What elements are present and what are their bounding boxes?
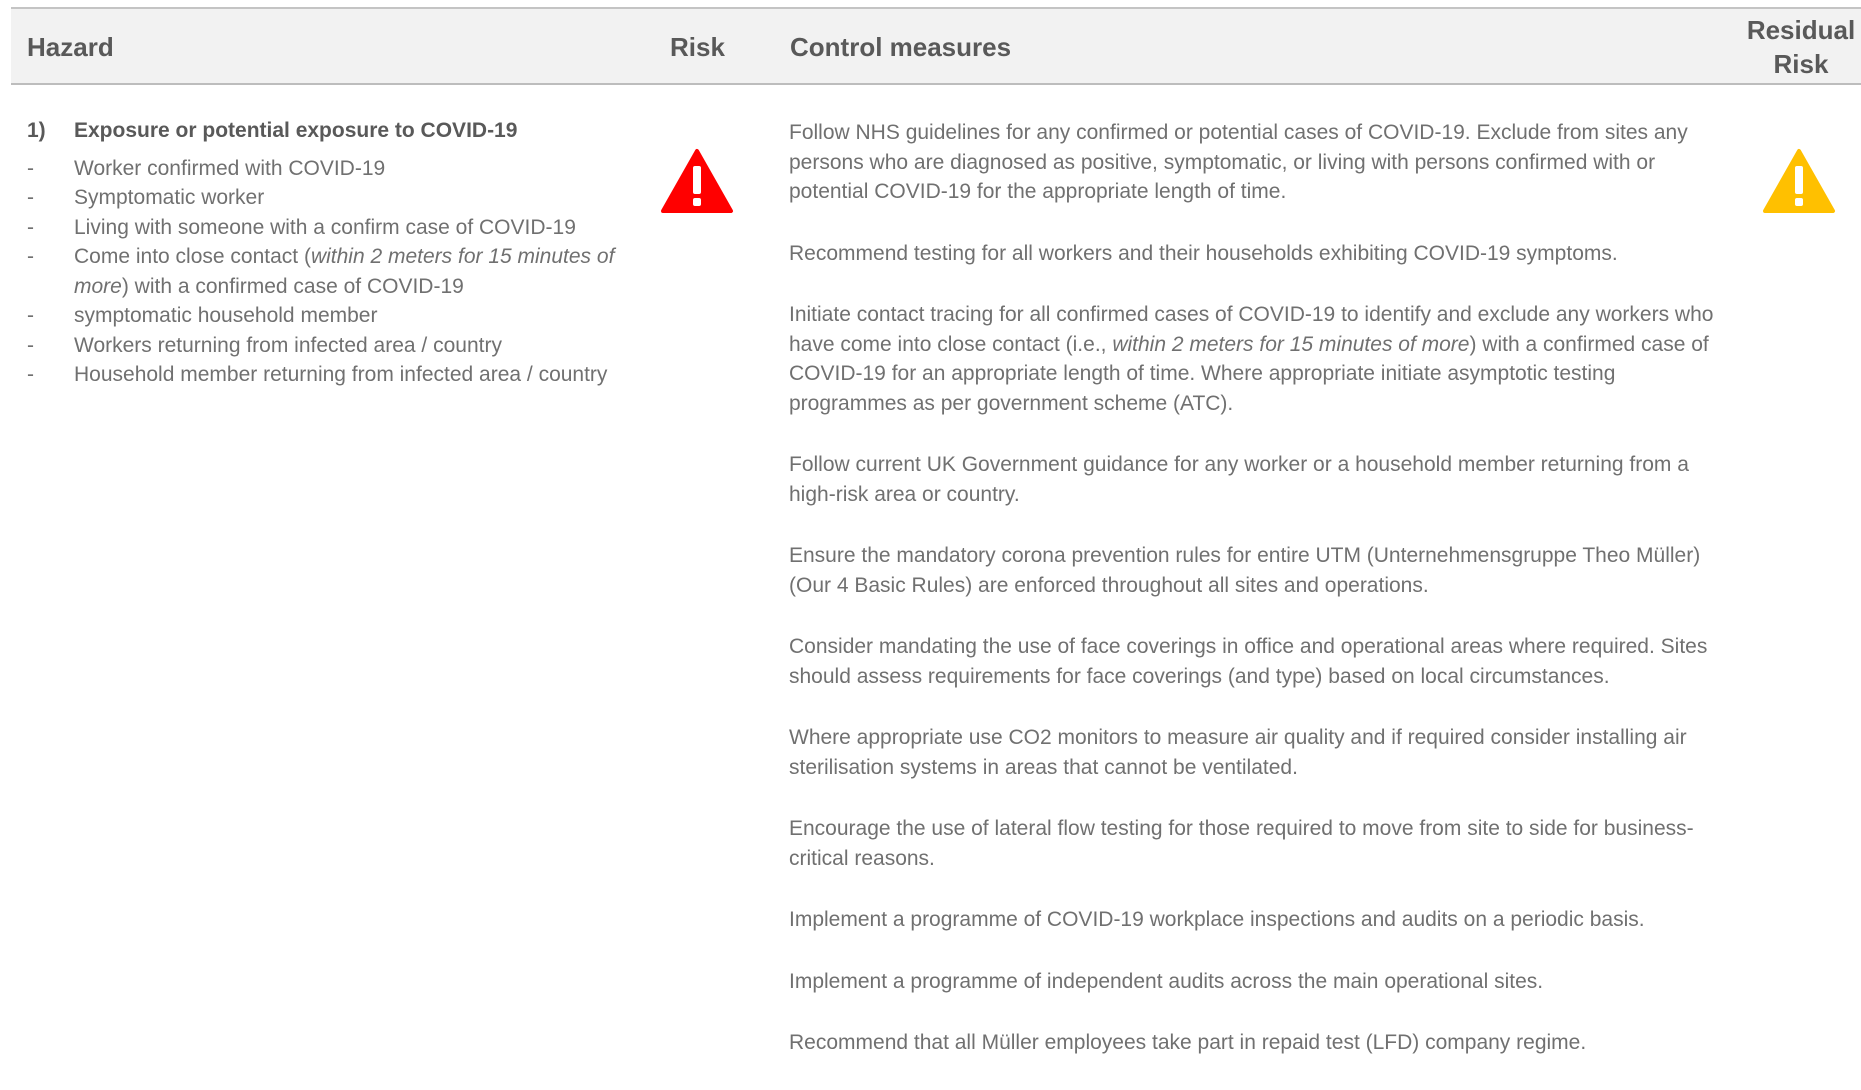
hazard-item-text: symptomatic household member	[74, 304, 378, 327]
hazard-item-text: Household member returning from infected…	[74, 363, 608, 386]
residual-warning-svg	[1763, 149, 1835, 213]
warning-triangle-icon	[660, 148, 734, 214]
control-measure: Follow NHS guidelines for any confirmed …	[789, 121, 1688, 203]
hazard-item-text: Symptomatic worker	[74, 186, 265, 209]
hazard-number: 1)	[27, 119, 46, 142]
hazard-item-text: Worker confirmed with COVID-19	[74, 156, 386, 180]
hazard-title-text: Exposure or potential exposure to COVID-…	[74, 119, 518, 142]
hazard-item-text: Workers returning from infected area / c…	[74, 333, 502, 357]
column-header-control-measures: Control measures	[790, 32, 1012, 62]
residual-header-line-2: Risk	[1773, 49, 1829, 79]
hazard-item: - symptomatic household member	[27, 301, 627, 331]
control-measures-cell: Follow NHS guidelines for any confirmed …	[789, 118, 1719, 1090]
hazard-item: - Come into close contact (within 2 meter…	[27, 242, 627, 301]
hazard-item-text: ) with a confirmed case of COVID-19	[121, 274, 464, 298]
hazard-item: - Household member returning from infecte…	[27, 360, 627, 390]
control-measure: Initiate contact tracing for all confirm…	[789, 300, 1719, 418]
warning-triangle-icon	[1762, 148, 1836, 214]
hazard-item: - Workers returning from infected area / …	[27, 331, 627, 361]
hazard-cell: 1) Exposure or potential exposure to COV…	[27, 116, 627, 390]
hazard-item: - Living with someone with a confirm case…	[27, 213, 627, 243]
control-measure: Ensure the mandatory corona prevention r…	[789, 544, 1701, 597]
control-measure: Consider mandating the use of face cover…	[789, 635, 1708, 688]
hazard-title: 1) Exposure or potential exposure to COV…	[27, 116, 627, 146]
control-measure: Follow current UK Government guidance fo…	[789, 453, 1689, 506]
list-dash: -	[27, 186, 34, 209]
list-dash: -	[27, 363, 34, 386]
control-measure: Implement a programme of independent aud…	[789, 969, 1544, 993]
list-dash: -	[27, 304, 34, 327]
list-dash: -	[27, 215, 34, 239]
control-measure: Where appropriate use CO2 monitors to me…	[789, 726, 1687, 779]
list-dash: -	[27, 333, 34, 357]
control-measure: Recommend that all Müller employees take…	[789, 1031, 1587, 1054]
hazard-item-text: Living with someone with a confirm case …	[74, 215, 576, 239]
list-dash: -	[27, 245, 34, 268]
control-measure: Recommend testing for all workers and th…	[789, 241, 1618, 265]
hazard-item: - Symptomatic worker	[27, 183, 627, 213]
column-header-risk: Risk	[670, 32, 725, 62]
column-header-hazard: Hazard	[27, 32, 114, 62]
hazard-item: - Worker confirmed with COVID-19	[27, 154, 627, 184]
risk-warning-svg	[661, 149, 733, 213]
control-measure: Encourage the use of lateral flow testin…	[789, 817, 1694, 870]
column-header-residual-risk: Residual Risk	[1745, 13, 1857, 81]
control-measure-emphasis: within 2 meters for 15 minutes of more	[1112, 332, 1470, 356]
header-rule	[11, 83, 1861, 85]
residual-header-line-1: Residual	[1746, 15, 1856, 45]
hazard-item-text: Come into close contact (	[74, 245, 311, 268]
hazard-list: - Worker confirmed with COVID-19 - Symptoma…	[27, 154, 627, 390]
list-dash: -	[27, 156, 34, 180]
risk-assessment-page: Hazard Risk Control measures Residual Ri…	[0, 0, 1861, 1078]
control-measure: Implement a programme of COVID-19 workpl…	[789, 908, 1645, 931]
